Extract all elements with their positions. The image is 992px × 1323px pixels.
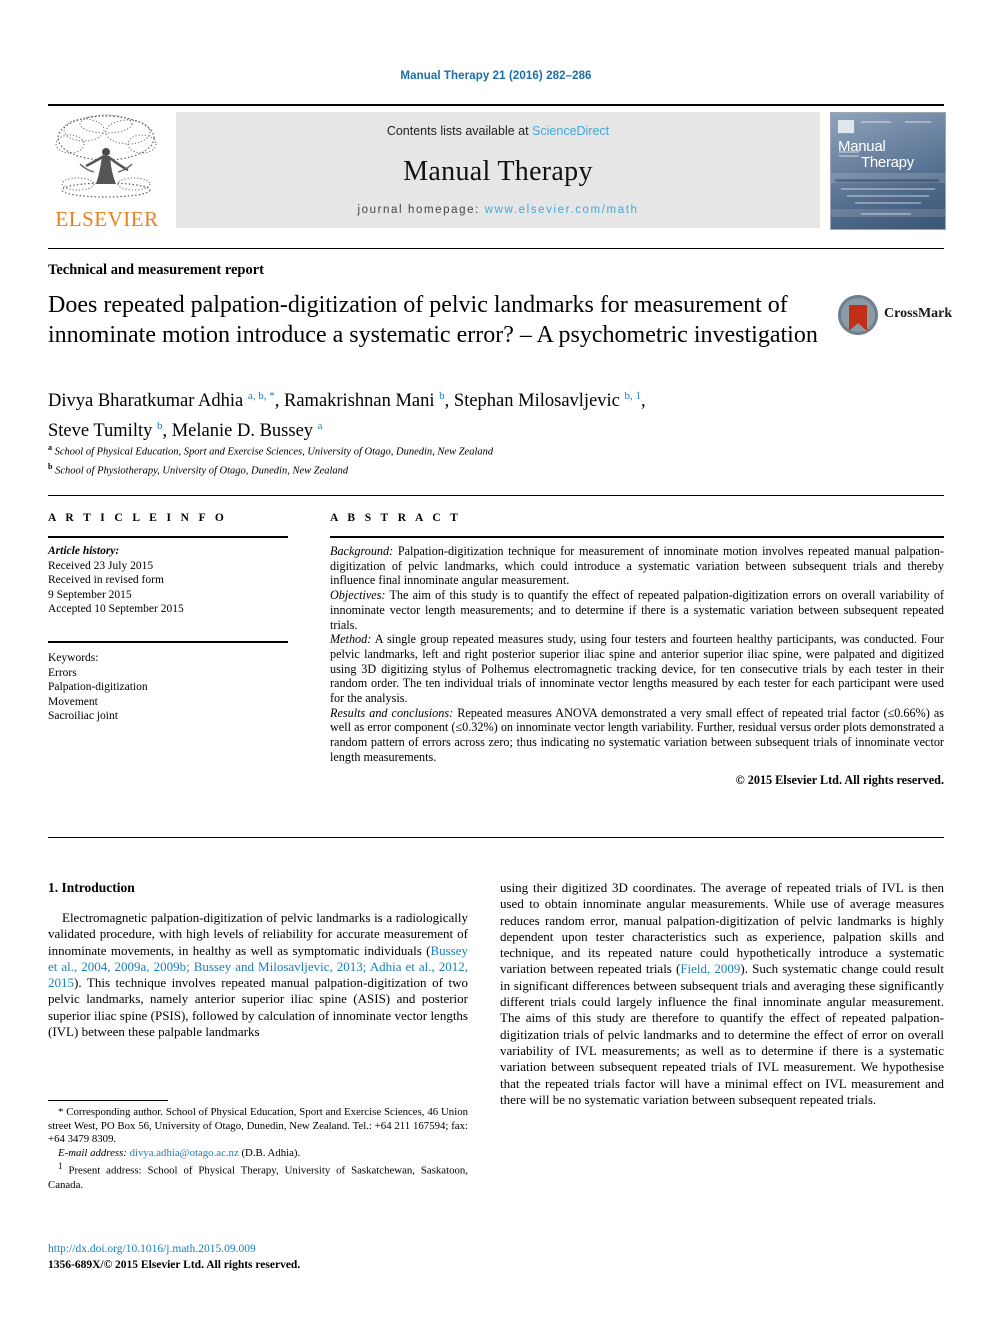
- crossmark-circle-icon: [838, 295, 878, 335]
- footnote-present-address: 1 Present address: School of Physical Th…: [48, 1160, 468, 1192]
- keyword-1: Palpation-digitization: [48, 681, 148, 694]
- author-list: Divya Bharatkumar Adhia a, b, *, Ramakri…: [48, 384, 848, 444]
- history-item-3: Accepted 10 September 2015: [48, 603, 184, 616]
- doi-link[interactable]: http://dx.doi.org/10.1016/j.math.2015.09…: [48, 1243, 256, 1255]
- cover-logo-box: [837, 119, 855, 134]
- history-item-1: Received in revised form: [48, 574, 164, 587]
- info-top-rule: [48, 495, 944, 496]
- abstract-background-text: Palpation-digitization technique for mea…: [330, 544, 944, 588]
- abstract-objectives-label: Objectives:: [330, 588, 386, 603]
- footnotes-block: * Corresponding author. School of Physic…: [48, 1106, 468, 1192]
- issn-copyright-line: 1356-689X/© 2015 Elsevier Ltd. All right…: [48, 1259, 301, 1271]
- author-sep-2: , Stephan Milosavljevic: [444, 391, 625, 412]
- masthead-banner: Contents lists available at ScienceDirec…: [176, 112, 820, 228]
- abstract-background: Background: Palpation-digitization techn…: [330, 544, 944, 588]
- article-page: Manual Therapy 21 (2016) 282–286 ELSEVIE…: [0, 0, 992, 1323]
- abstract-objectives-text: The aim of this study is to quantify the…: [330, 588, 944, 632]
- author-sep-1: , Ramakrishnan Mani: [274, 391, 440, 412]
- intro-left-text-2: ). This technique involves repeated manu…: [48, 975, 468, 1040]
- cover-title-line2: Therapy: [861, 154, 914, 171]
- abstract-results-label: Results and conclusions:: [330, 705, 454, 720]
- affiliations: a School of Physical Education, Sport an…: [48, 441, 848, 478]
- footnote-corresponding-author: * Corresponding author. School of Physic…: [48, 1106, 468, 1147]
- abstract-method: Method: A single group repeated measures…: [330, 632, 944, 706]
- present-address-text: Present address: School of Physical Ther…: [48, 1164, 468, 1191]
- author-4: Steve Tumilty: [48, 421, 157, 442]
- history-item-0: Received 23 July 2015: [48, 559, 154, 572]
- author-1-affil-marker: a, b, *: [247, 390, 275, 402]
- keywords-block: Keywords: Errors Palpation-digitization …: [48, 651, 288, 724]
- running-head: Manual Therapy 21 (2016) 282–286: [400, 70, 592, 82]
- crossmark-label: CrossMark: [884, 306, 953, 321]
- article-type-label: Technical and measurement report: [48, 262, 265, 278]
- affiliation-b-text: School of Physiotherapy, University of O…: [52, 465, 349, 476]
- abstract-results: Results and conclusions: Repeated measur…: [330, 706, 944, 765]
- abstract-copyright: © 2015 Elsevier Ltd. All rights reserved…: [735, 772, 944, 787]
- author-5-affil-marker: a: [317, 420, 323, 433]
- masthead-bottom-rule: [48, 248, 944, 249]
- abstract-heading-rule: [330, 536, 944, 538]
- email-label: E-mail address:: [58, 1146, 127, 1159]
- keywords-top-rule: [48, 641, 288, 643]
- abstract-background-label: Background:: [330, 544, 394, 558]
- abstract-method-text: A single group repeated measures study, …: [330, 632, 944, 706]
- elsevier-wordmark: ELSEVIER: [55, 207, 159, 231]
- intro-paragraph-left: Electromagnetic palpation-digitization o…: [48, 910, 468, 1040]
- keywords-label: Keywords:: [48, 652, 99, 664]
- corresponding-author-text: Corresponding author. School of Physical…: [48, 1106, 468, 1146]
- citation-link-2[interactable]: Field, 2009: [680, 961, 740, 976]
- article-history-label: Article history:: [48, 545, 120, 557]
- keyword-2: Movement: [48, 695, 98, 708]
- keyword-0: Errors: [48, 666, 77, 679]
- email-link[interactable]: divya.adhia@otago.ac.nz: [130, 1147, 239, 1159]
- intro-left-text-1: Electromagnetic palpation-digitization o…: [48, 910, 468, 958]
- intro-right-text-2: ). Such systematic change could result i…: [500, 961, 944, 1107]
- crossmark-book-icon: [849, 305, 867, 331]
- abstract-method-label: Method:: [330, 632, 372, 647]
- body-column-left: Electromagnetic palpation-digitization o…: [48, 910, 468, 1040]
- contents-lists-line: Contents lists available at ScienceDirec…: [176, 124, 820, 138]
- journal-homepage-line: journal homepage: www.elsevier.com/math: [176, 204, 820, 216]
- abstract-objectives: Objectives: The aim of this study is to …: [330, 588, 944, 632]
- author-3-affil-marker: b, 1: [624, 390, 642, 402]
- author-sep-4: , Melanie D. Bussey: [162, 421, 318, 442]
- section-title-introduction: 1. Introduction: [48, 880, 135, 895]
- footnote-email: E-mail address: divya.adhia@otago.ac.nz …: [48, 1147, 468, 1161]
- email-suffix: (D.B. Adhia).: [238, 1146, 301, 1159]
- abstract-heading: A B S T R A C T: [330, 512, 462, 524]
- page-title: Does repeated palpation-digitization of …: [48, 292, 818, 348]
- keyword-3: Sacroiliac joint: [48, 710, 118, 723]
- article-info-heading: A R T I C L E I N F O: [48, 512, 228, 524]
- author-1: Divya Bharatkumar Adhia: [48, 391, 248, 412]
- elsevier-logo: ELSEVIER: [48, 112, 166, 231]
- crossmark-badge[interactable]: CrossMark: [838, 292, 952, 338]
- journal-title: Manual Therapy: [403, 156, 593, 187]
- journal-cover-thumbnail: Manual Therapy: [830, 112, 946, 230]
- homepage-prefix: journal homepage:: [357, 204, 485, 216]
- abstract-body: Background: Palpation-digitization techn…: [330, 544, 944, 787]
- contents-prefix: Contents lists available at: [386, 124, 533, 138]
- intro-paragraph-right: using their digitized 3D coordinates. Th…: [500, 880, 944, 1108]
- sciencedirect-link[interactable]: ScienceDirect: [532, 124, 609, 138]
- affiliation-a-text: School of Physical Education, Sport and …: [52, 446, 494, 458]
- footnote-separator-rule: [48, 1100, 168, 1101]
- elsevier-tree-icon: [50, 112, 162, 204]
- article-history-block: Article history: Received 23 July 2015 R…: [48, 544, 288, 617]
- history-item-2: 9 September 2015: [48, 588, 132, 601]
- abstract-bottom-rule: [48, 837, 944, 838]
- info-heading-rule: [48, 536, 288, 538]
- homepage-link[interactable]: www.elsevier.com/math: [485, 204, 639, 216]
- body-column-right: using their digitized 3D coordinates. Th…: [500, 880, 944, 1108]
- journal-masthead: ELSEVIER Contents lists available at Sci…: [48, 104, 946, 231]
- author-sep-3: ,: [641, 391, 646, 412]
